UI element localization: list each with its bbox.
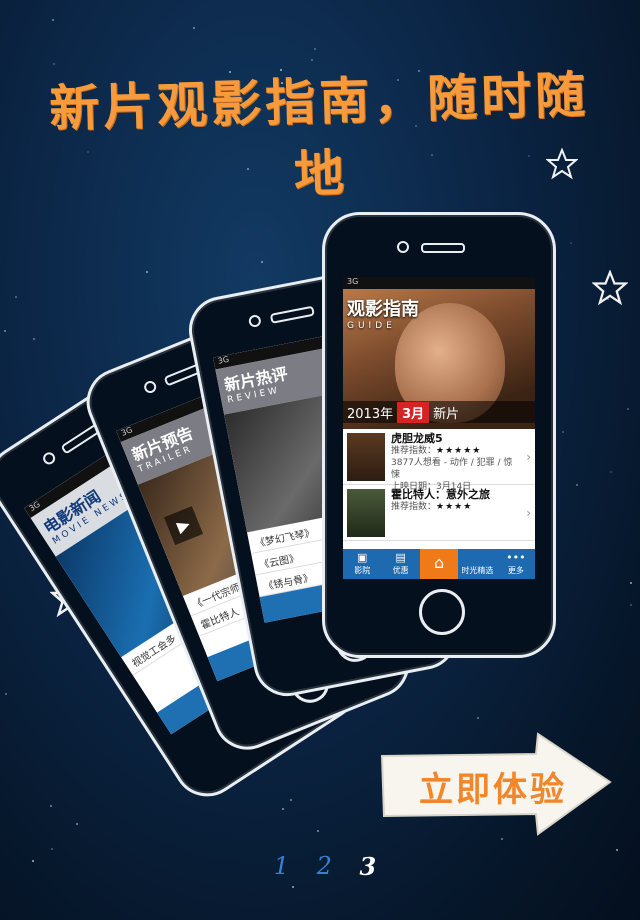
tab-cinema[interactable]: ▣ 影院 bbox=[343, 549, 381, 579]
film-item[interactable]: 虎胆龙威5 推荐指数：★★★★★ 3877人想看 - 动作 / 犯罪 / 惊悚 … bbox=[343, 429, 535, 493]
more-icon: ••• bbox=[506, 551, 526, 564]
star-speck bbox=[317, 830, 320, 833]
ticket-icon: ▤ bbox=[395, 551, 406, 564]
tab-label: 时光精选 bbox=[461, 566, 494, 575]
tab-home[interactable]: ⌂ bbox=[419, 549, 459, 579]
status-bar: 3G bbox=[343, 277, 535, 289]
tab-label: 优惠 bbox=[392, 566, 409, 575]
star-speck bbox=[32, 338, 35, 341]
film-poster bbox=[347, 489, 385, 537]
phone-guide: 3G 观影指南 GUIDE 2013年 3月 新片 虎胆龙威5 推荐指数：★★★… bbox=[322, 212, 556, 658]
chevron-right-icon: › bbox=[526, 505, 531, 520]
film-icon: ▣ bbox=[357, 551, 368, 564]
star-speck bbox=[629, 603, 632, 606]
play-icon[interactable]: ▶ bbox=[164, 506, 204, 546]
camera-icon bbox=[247, 313, 262, 329]
rating-label: 推荐指数： bbox=[391, 446, 437, 456]
date-strip: 2013年 3月 新片 bbox=[343, 401, 535, 423]
home-button-icon bbox=[419, 589, 465, 635]
month-badge[interactable]: 3月 bbox=[397, 401, 430, 423]
page-indicator: 1 2 3 bbox=[260, 852, 390, 881]
star-speck bbox=[570, 242, 573, 245]
star-speck bbox=[615, 848, 618, 851]
film-poster bbox=[347, 433, 385, 481]
camera-icon bbox=[397, 241, 409, 253]
year-label: 2013年 bbox=[347, 406, 394, 422]
star-doodle-icon bbox=[592, 270, 628, 306]
star-doodle-icon bbox=[546, 148, 578, 180]
guide-hero: 观影指南 GUIDE 2013年 3月 新片 bbox=[343, 289, 535, 429]
guide-screen: 3G 观影指南 GUIDE 2013年 3月 新片 虎胆龙威5 推荐指数：★★★… bbox=[343, 277, 535, 579]
star-speck bbox=[310, 58, 313, 61]
star-speck bbox=[477, 716, 480, 719]
try-now-button[interactable]: 立即体验 bbox=[398, 762, 588, 811]
star-speck bbox=[610, 471, 613, 474]
speaker-icon bbox=[421, 243, 465, 253]
star-speck bbox=[146, 271, 149, 274]
star-speck bbox=[290, 799, 293, 802]
new-label: 新片 bbox=[433, 406, 460, 422]
star-speck bbox=[282, 808, 285, 811]
star-speck bbox=[261, 260, 264, 263]
camera-icon bbox=[40, 450, 58, 467]
star-speck bbox=[629, 581, 632, 584]
guide-brand: 观影指南 GUIDE bbox=[347, 295, 419, 331]
star-speck bbox=[50, 848, 53, 851]
star-speck bbox=[193, 27, 196, 30]
guide-tabbar: ▣ 影院 ▤ 优惠 ⌂ 时光精选 ••• 更多 bbox=[343, 549, 535, 579]
tab-label: 影院 bbox=[354, 566, 371, 575]
film-info: 虎胆龙威5 推荐指数：★★★★★ 3877人想看 - 动作 / 犯罪 / 惊悚 … bbox=[391, 432, 520, 493]
star-speck bbox=[52, 19, 55, 22]
page-dot-3[interactable]: 3 bbox=[360, 852, 377, 881]
camera-icon bbox=[142, 379, 158, 395]
star-speck bbox=[5, 692, 8, 695]
star-speck bbox=[31, 860, 34, 863]
speaker-icon bbox=[269, 305, 315, 324]
rating-stars: ★★★★ bbox=[436, 502, 473, 512]
tab-label: 更多 bbox=[507, 566, 524, 575]
star-speck bbox=[562, 431, 565, 434]
film-title: 霍比特人：意外之旅 bbox=[391, 488, 490, 501]
home-icon: ⌂ bbox=[433, 553, 445, 572]
brand-subtitle: GUIDE bbox=[347, 321, 396, 331]
star-speck bbox=[15, 296, 18, 299]
brand-title: 观影指南 bbox=[347, 299, 419, 320]
tab-picks[interactable]: 时光精选 bbox=[458, 549, 496, 579]
rating-stars: ★★★★★ bbox=[436, 446, 482, 456]
star-speck bbox=[52, 62, 55, 65]
headline: 新片观影指南，随时随地 bbox=[48, 64, 590, 204]
tab-more[interactable]: ••• 更多 bbox=[497, 549, 535, 579]
star-speck bbox=[4, 329, 7, 332]
star-speck bbox=[626, 408, 629, 411]
star-speck bbox=[291, 885, 294, 888]
star-speck bbox=[576, 483, 579, 486]
star-speck bbox=[76, 823, 79, 826]
tab-deals[interactable]: ▤ 优惠 bbox=[381, 549, 419, 579]
star-speck bbox=[314, 47, 317, 50]
rating-label: 推荐指数： bbox=[391, 502, 437, 512]
film-title: 虎胆龙威5 bbox=[391, 432, 443, 445]
star-speck bbox=[49, 805, 52, 808]
film-item[interactable]: 霍比特人：意外之旅 推荐指数：★★★★ › bbox=[343, 485, 535, 541]
chevron-right-icon: › bbox=[526, 449, 531, 464]
film-info: 霍比特人：意外之旅 推荐指数：★★★★ bbox=[391, 489, 520, 536]
page-dot-1[interactable]: 1 bbox=[274, 852, 289, 881]
page-dot-2[interactable]: 2 bbox=[317, 852, 332, 881]
clock-icon bbox=[458, 551, 496, 565]
film-meta: 3877人想看 - 动作 / 犯罪 / 惊悚 bbox=[391, 458, 513, 480]
